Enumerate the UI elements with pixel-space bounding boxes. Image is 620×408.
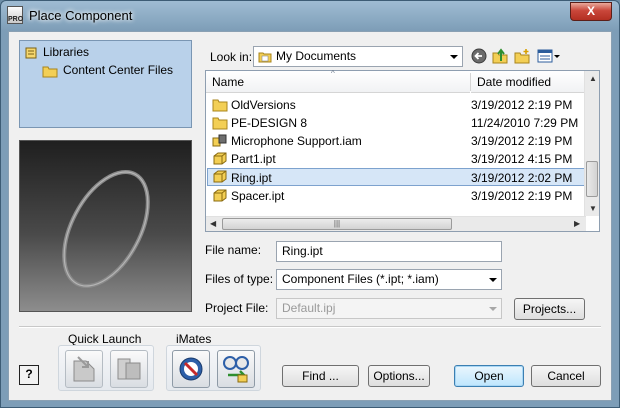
scroll-up-icon[interactable]: ▲ bbox=[589, 74, 597, 83]
vertical-scrollbar[interactable]: ▲ ▼ bbox=[584, 71, 599, 216]
close-button[interactable]: X bbox=[570, 2, 612, 21]
assembly-icon bbox=[212, 134, 227, 147]
list-item[interactable]: Microphone Support.iam 3/19/2012 2:19 PM bbox=[207, 132, 585, 150]
file-name-label: File name: bbox=[205, 243, 262, 257]
part-icon bbox=[213, 152, 227, 165]
scroll-left-icon[interactable]: ◀ bbox=[210, 219, 216, 228]
files-of-type-dropdown[interactable]: Component Files (*.ipt; *.iam) bbox=[276, 269, 502, 290]
part-icon bbox=[213, 189, 227, 202]
imate-icon bbox=[179, 357, 203, 381]
my-documents-icon bbox=[258, 52, 272, 63]
horizontal-scrollbar[interactable]: ◀ ||| ▶ bbox=[206, 216, 586, 231]
dialog-body: Libraries Content Center Files Look in: … bbox=[8, 31, 612, 401]
look-in-label: Look in: bbox=[210, 50, 253, 64]
inventor-app-icon: PRO bbox=[7, 6, 23, 24]
quick-launch-assembly-button[interactable] bbox=[110, 350, 148, 388]
window-title: Place Component bbox=[29, 8, 133, 23]
imates-label: iMates bbox=[176, 332, 212, 346]
chevron-down-icon bbox=[489, 278, 497, 282]
component-preview bbox=[19, 140, 192, 312]
tree-item-label: Libraries bbox=[43, 45, 90, 59]
place-component-dialog: PRO Place Component X Libraries Content … bbox=[0, 0, 620, 408]
folder-icon bbox=[212, 99, 228, 112]
scroll-down-icon[interactable]: ▼ bbox=[589, 204, 597, 213]
scroll-right-icon[interactable]: ▶ bbox=[574, 219, 580, 228]
list-item-selected[interactable]: Ring.ipt 3/19/2012 2:02 PM bbox=[207, 168, 585, 186]
imates-use-button[interactable] bbox=[172, 350, 210, 388]
title-bar[interactable]: PRO Place Component X bbox=[1, 1, 619, 31]
column-header-date-modified[interactable]: Date modified bbox=[471, 71, 586, 93]
chevron-down-icon bbox=[450, 55, 458, 59]
folder-icon bbox=[42, 66, 58, 78]
place-component-icon bbox=[73, 356, 95, 382]
folder-icon bbox=[212, 117, 228, 130]
list-item[interactable]: Part1.ipt 3/19/2012 4:15 PM bbox=[207, 150, 585, 168]
open-button[interactable]: Open bbox=[454, 365, 524, 387]
up-folder-icon[interactable] bbox=[492, 48, 508, 64]
horizontal-scroll-thumb[interactable]: ||| bbox=[222, 218, 452, 230]
imates-interchange-button[interactable] bbox=[217, 350, 255, 388]
list-item[interactable]: OldVersions 3/19/2012 2:19 PM bbox=[207, 96, 585, 114]
list-item[interactable]: Spacer.ipt 3/19/2012 2:19 PM bbox=[207, 187, 585, 205]
ring-preview-image bbox=[62, 169, 150, 289]
project-file-dropdown: Default.ipj bbox=[276, 298, 502, 319]
find-button[interactable]: Find ... bbox=[282, 365, 359, 387]
project-file-label: Project File: bbox=[205, 301, 269, 315]
libraries-tree: Libraries Content Center Files bbox=[19, 40, 192, 128]
file-name-field[interactable]: Ring.ipt bbox=[276, 241, 502, 262]
libraries-icon bbox=[25, 47, 37, 59]
projects-button[interactable]: Projects... bbox=[514, 298, 585, 320]
cancel-button[interactable]: Cancel bbox=[531, 365, 601, 387]
help-button[interactable]: ? bbox=[19, 365, 39, 385]
interchange-icon bbox=[223, 356, 249, 383]
look-in-dropdown[interactable]: My Documents bbox=[253, 46, 463, 67]
view-menu-icon[interactable] bbox=[537, 48, 561, 64]
assembly-tool-icon bbox=[117, 358, 141, 380]
files-of-type-label: Files of type: bbox=[205, 272, 274, 286]
quick-launch-label: Quick Launch bbox=[68, 332, 142, 346]
vertical-scroll-thumb[interactable] bbox=[586, 161, 598, 197]
new-folder-icon[interactable] bbox=[514, 48, 530, 64]
chevron-down-icon bbox=[489, 307, 497, 311]
back-icon[interactable] bbox=[471, 48, 487, 64]
quick-launch-place-button[interactable] bbox=[65, 350, 103, 388]
part-icon bbox=[213, 170, 227, 183]
options-button[interactable]: Options... bbox=[368, 365, 430, 387]
list-item[interactable]: PE-DESIGN 8 11/24/2010 7:29 PM bbox=[207, 114, 585, 132]
file-list: Name ^ Date modified OldVersions 3/19/20… bbox=[205, 69, 600, 232]
tree-item-content-center-files[interactable]: Content Center Files bbox=[42, 62, 173, 78]
look-in-value: My Documents bbox=[276, 49, 357, 63]
column-header-name[interactable]: Name ^ bbox=[206, 69, 470, 93]
tree-item-label: Content Center Files bbox=[63, 63, 174, 77]
tree-item-libraries[interactable]: Libraries bbox=[24, 44, 89, 60]
section-divider bbox=[19, 326, 601, 328]
sort-arrow-icon: ^ bbox=[331, 69, 335, 78]
